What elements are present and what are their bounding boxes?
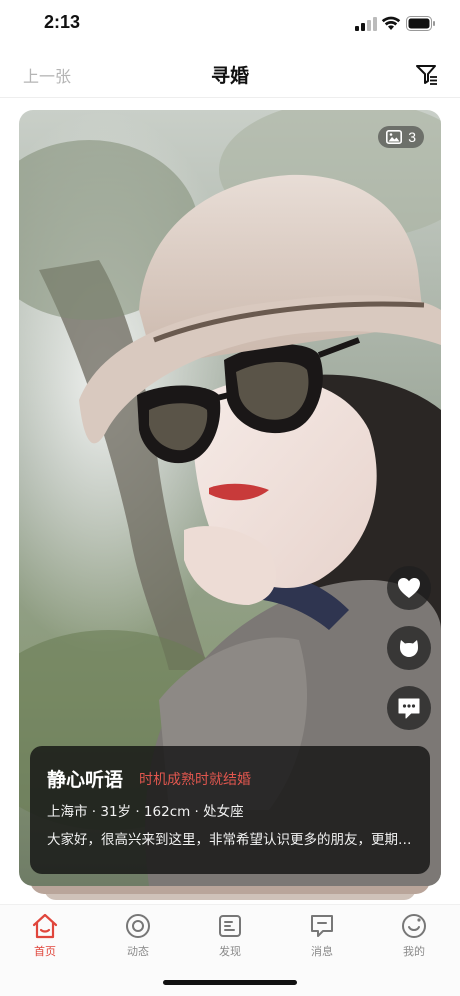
home-icon xyxy=(32,913,58,939)
cat-face-icon xyxy=(400,640,418,657)
photo-count-value: 3 xyxy=(408,129,416,145)
profile-icon xyxy=(402,914,426,938)
profile-details: 上海市 · 31岁 · 162cm · 处女座 xyxy=(47,804,244,820)
tab-moments-label: 动态 xyxy=(127,945,149,958)
nav-bar: 上一张 寻婚 xyxy=(0,48,460,98)
app-screen: 2:13 上一张 寻婚 3 静心听语 时机成熟时就结婚 上海市 · 31岁 · … xyxy=(0,0,460,996)
status-time: 2:13 xyxy=(44,12,81,32)
signal-icon xyxy=(355,17,377,31)
moments-icon xyxy=(126,914,150,938)
status-bar: 2:13 xyxy=(0,0,460,48)
page-title: 寻婚 xyxy=(210,65,249,87)
heart-icon xyxy=(398,578,420,598)
filter-icon[interactable] xyxy=(415,62,439,86)
tab-discover-label: 发现 xyxy=(219,945,241,958)
photo-count-badge[interactable]: 3 xyxy=(378,126,424,148)
profile-name: 静心听语 xyxy=(47,769,124,791)
tab-messages[interactable]: 消息 xyxy=(292,913,352,965)
message-icon xyxy=(311,915,333,937)
profile-card[interactable]: 3 静心听语 时机成熟时就结婚 上海市 · 31岁 · 162cm · 处女座 xyxy=(19,110,441,886)
gift-button[interactable] xyxy=(387,626,431,670)
tab-home[interactable]: 首页 xyxy=(15,913,75,965)
like-button[interactable] xyxy=(387,566,431,610)
tab-profile[interactable]: 我的 xyxy=(384,913,444,965)
profile-tagline: 时机成熟时就结婚 xyxy=(139,772,251,788)
tab-discover[interactable]: 发现 xyxy=(200,913,260,965)
tab-messages-label: 消息 xyxy=(311,945,333,958)
home-indicator xyxy=(163,980,297,985)
profile-bio: 大家好，很高兴来到这里，非常希望认识更多的朋友，更期待遇见那个对的人 xyxy=(47,832,417,848)
tab-moments[interactable]: 动态 xyxy=(108,913,168,965)
profile-info-panel: 静心听语 时机成熟时就结婚 上海市 · 31岁 · 162cm · 处女座 大家… xyxy=(30,746,430,874)
chat-button[interactable] xyxy=(387,686,431,730)
battery-icon xyxy=(406,16,435,31)
chat-bubble-icon xyxy=(398,698,420,719)
discover-icon xyxy=(219,915,241,937)
tab-profile-label: 我的 xyxy=(403,945,425,958)
tab-home-label: 首页 xyxy=(34,945,56,958)
image-icon xyxy=(386,130,403,144)
wifi-icon xyxy=(381,16,401,30)
